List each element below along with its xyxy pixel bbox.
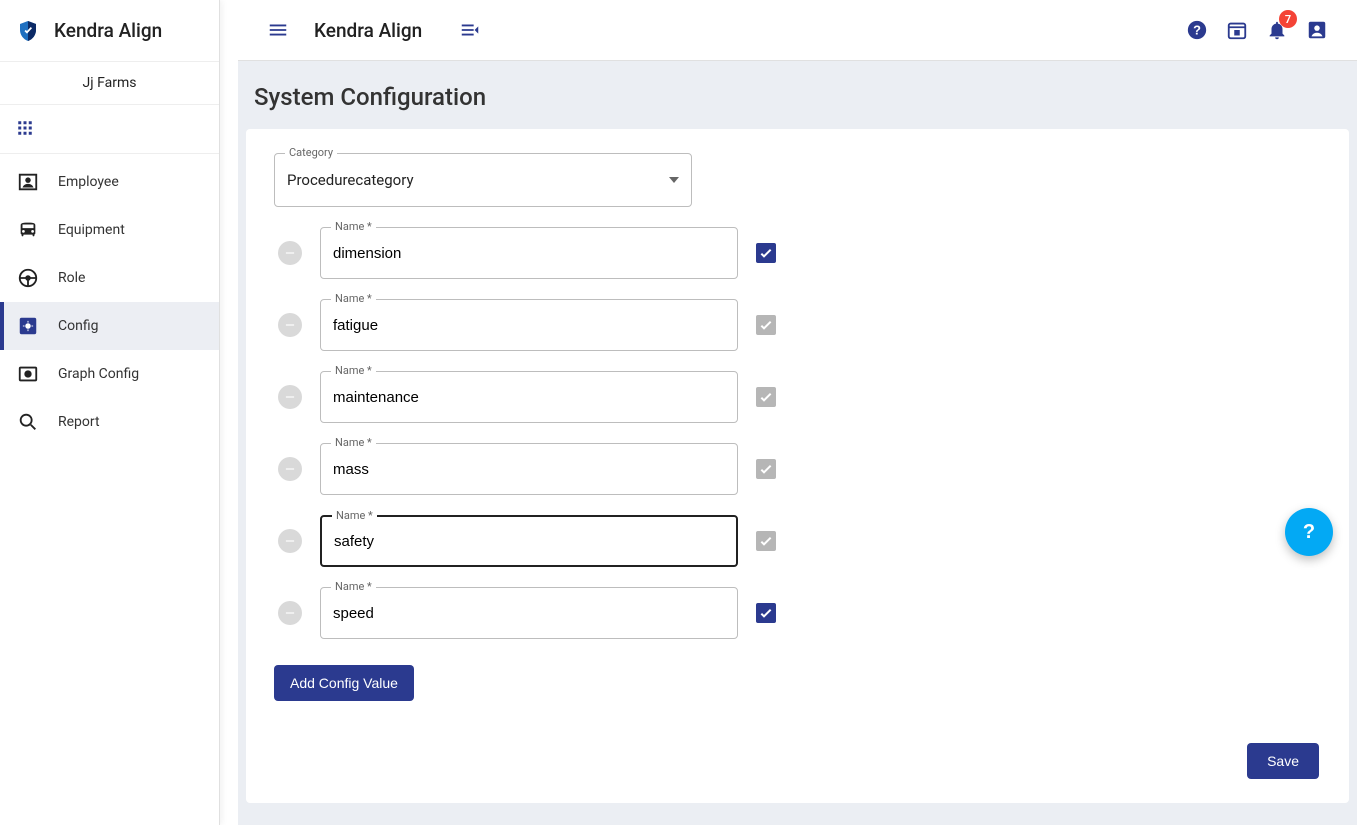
bus-icon [16, 218, 40, 242]
sidebar-item-label: Equipment [58, 222, 125, 238]
remove-row-button[interactable] [278, 241, 302, 265]
sidebar-item-label: Role [58, 270, 85, 286]
account-button[interactable] [1297, 10, 1337, 50]
name-field[interactable]: Name * [320, 515, 738, 567]
name-input[interactable] [333, 605, 725, 622]
menu-open-icon [459, 19, 481, 41]
category-select[interactable]: Category Procedurecategory [274, 153, 692, 207]
name-field[interactable]: Name * [320, 443, 738, 495]
apps-row [0, 105, 219, 154]
remove-row-button[interactable] [278, 529, 302, 553]
sidebar-item-label: Graph Config [58, 366, 139, 382]
name-input[interactable] [334, 533, 724, 550]
help-circle-icon: ? [1186, 19, 1208, 41]
row-checkbox[interactable] [756, 387, 776, 407]
config-row: Name * [274, 515, 1321, 567]
category-value: Procedurecategory [287, 171, 414, 189]
sidebar-item-label: Employee [58, 174, 119, 190]
topbar: Kendra Align ? 7 [238, 0, 1357, 61]
name-field[interactable]: Name * [320, 587, 738, 639]
remove-row-button[interactable] [278, 601, 302, 625]
name-label: Name * [331, 580, 376, 593]
config-row: Name * [274, 227, 1321, 279]
sidebar-item-config[interactable]: Config [0, 302, 219, 350]
calendar-button[interactable] [1217, 10, 1257, 50]
help-fab[interactable]: ? [1285, 508, 1333, 556]
content: System Configuration Category Procedurec… [238, 61, 1357, 825]
nav-list: Employee Equipment Role Config Graph Con… [0, 154, 219, 446]
row-checkbox[interactable] [756, 315, 776, 335]
sidebar: Kendra Align Jj Farms Employee Equipment… [0, 0, 220, 825]
add-config-value-button[interactable]: Add Config Value [274, 665, 414, 701]
collapse-menu-button[interactable] [450, 10, 490, 50]
config-row: Name * [274, 587, 1321, 639]
tenant-name: Jj Farms [0, 62, 219, 105]
brand: Kendra Align [0, 0, 219, 62]
menu-button[interactable] [258, 10, 298, 50]
save-button[interactable]: Save [1247, 743, 1319, 779]
name-label: Name * [331, 292, 376, 305]
name-input[interactable] [333, 317, 725, 334]
sidebar-item-graph-config[interactable]: Graph Config [0, 350, 219, 398]
brightness-box-icon [16, 362, 40, 386]
dropdown-arrow-icon [669, 177, 679, 183]
name-input[interactable] [333, 461, 725, 478]
name-label: Name * [331, 436, 376, 449]
settings-app-icon [16, 314, 40, 338]
hamburger-icon [267, 19, 289, 41]
row-checkbox[interactable] [756, 459, 776, 479]
help-button[interactable]: ? [1177, 10, 1217, 50]
remove-row-button[interactable] [278, 385, 302, 409]
brand-title: Kendra Align [54, 19, 162, 42]
remove-row-button[interactable] [278, 313, 302, 337]
sidebar-item-equipment[interactable]: Equipment [0, 206, 219, 254]
topbar-title: Kendra Align [314, 19, 422, 42]
notification-badge: 7 [1279, 10, 1297, 28]
name-label: Name * [332, 509, 377, 522]
name-field[interactable]: Name * [320, 299, 738, 351]
sidebar-item-role[interactable]: Role [0, 254, 219, 302]
name-label: Name * [331, 220, 376, 233]
sidebar-item-report[interactable]: Report [0, 398, 219, 446]
sidebar-item-label: Report [58, 414, 100, 430]
config-row: Name * [274, 371, 1321, 423]
row-checkbox[interactable] [756, 603, 776, 623]
name-input[interactable] [333, 245, 725, 262]
search-icon [16, 410, 40, 434]
sidebar-item-label: Config [58, 318, 98, 334]
name-field[interactable]: Name * [320, 227, 738, 279]
config-row: Name * [274, 299, 1321, 351]
steering-icon [16, 266, 40, 290]
category-label: Category [285, 146, 337, 159]
row-checkbox[interactable] [756, 531, 776, 551]
remove-row-button[interactable] [278, 457, 302, 481]
row-checkbox[interactable] [756, 243, 776, 263]
name-label: Name * [331, 364, 376, 377]
apps-icon[interactable] [16, 119, 203, 137]
shield-icon [16, 19, 40, 43]
config-card: Category Procedurecategory Name *Name *N… [246, 129, 1349, 803]
svg-text:?: ? [1193, 23, 1201, 38]
account-box-icon [1306, 19, 1328, 41]
person-box-icon [16, 170, 40, 194]
page-title: System Configuration [238, 61, 1357, 129]
config-row: Name * [274, 443, 1321, 495]
name-field[interactable]: Name * [320, 371, 738, 423]
calendar-icon [1226, 19, 1248, 41]
sidebar-item-employee[interactable]: Employee [0, 158, 219, 206]
name-input[interactable] [333, 389, 725, 406]
